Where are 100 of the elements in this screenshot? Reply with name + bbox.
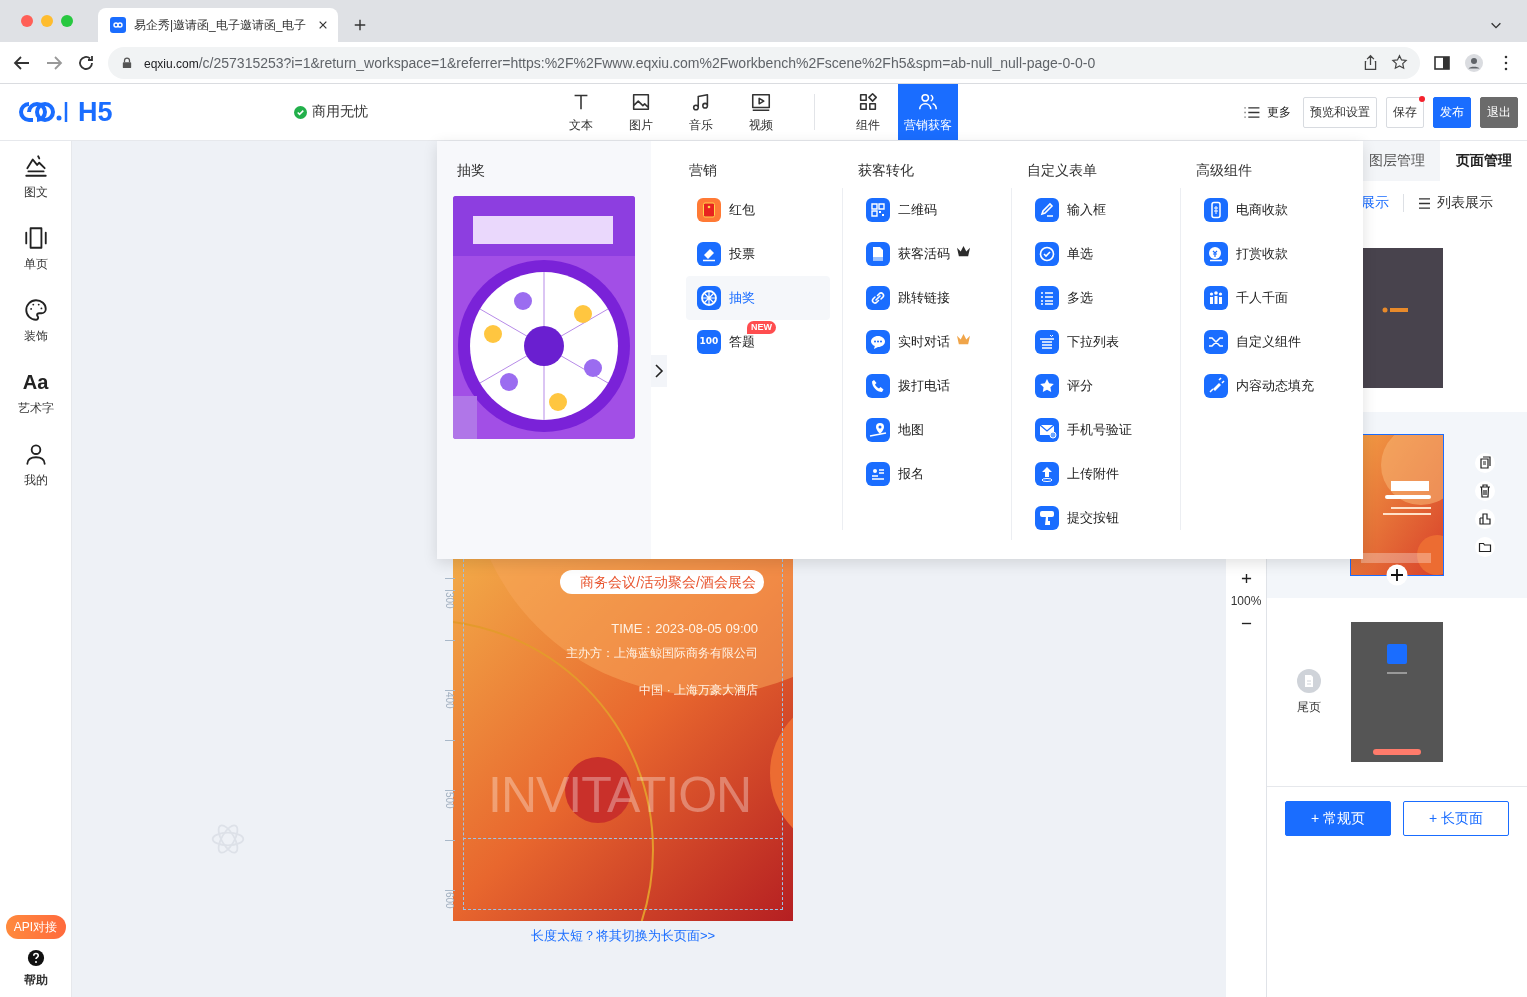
share-icon[interactable]: [1362, 54, 1379, 71]
tab-title: 易企秀|邀请函_电子邀请函_电子: [134, 16, 308, 34]
toolbar-button[interactable]: 图片: [611, 84, 671, 140]
component-item[interactable]: 红包: [686, 188, 830, 232]
coin-icon: [1204, 242, 1228, 266]
duplicate-icon[interactable]: [1475, 509, 1495, 529]
help-icon: [26, 949, 45, 967]
component-item[interactable]: 手机号验证: [1024, 408, 1168, 452]
close-tab-icon[interactable]: [318, 20, 328, 30]
url-field[interactable]: eqxiu.com/c/257315253?i=1&return_workspace=1&referrer=https:%2F%2Fwww.eqxiu.com%2Fworkbench%2Fscene%2Fh5&spm=ab-null_null-page-0-0-0: [108, 46, 1420, 79]
mountain-icon: [22, 153, 49, 179]
publish-button[interactable]: 发布: [1433, 96, 1471, 128]
event-venue: 中国 · 上海万豪大酒店: [639, 682, 758, 699]
component-item[interactable]: 投票: [686, 232, 830, 276]
component-item[interactable]: 提交按钮: [1024, 496, 1168, 540]
document-icon: [866, 242, 890, 266]
toolbar-button[interactable]: 组件: [838, 84, 898, 140]
toolbar-button[interactable]: 营销获客: [898, 84, 958, 140]
component-item[interactable]: 下拉列表: [1024, 320, 1168, 364]
license-label: 商用无忧: [312, 103, 368, 121]
id-card-icon: [866, 462, 890, 486]
phone-icon: [866, 374, 890, 398]
category-title: 自定义表单: [1026, 161, 1098, 180]
sidebar-item[interactable]: 单页: [22, 225, 49, 297]
delete-icon[interactable]: [1475, 481, 1495, 501]
component-item[interactable]: 输入框: [1024, 188, 1168, 232]
zoom-in-icon[interactable]: [1240, 573, 1252, 584]
view-toggle[interactable]: 展示: [1361, 194, 1389, 212]
component-item[interactable]: 多选: [1024, 276, 1168, 320]
component-item[interactable]: 电商收款: [1193, 188, 1337, 232]
letters-icon: Aa: [22, 369, 49, 395]
sidebar-item[interactable]: Aa 艺术字: [17, 369, 54, 441]
feature-title: 抽奖: [456, 161, 486, 180]
component-item[interactable]: 千人千面: [1193, 276, 1337, 320]
add-page-button[interactable]: + 常规页: [1285, 801, 1391, 836]
browser-tab[interactable]: 易企秀|邀请函_电子邀请函_电子: [98, 8, 338, 42]
new-badge: NEW: [747, 321, 776, 334]
component-item[interactable]: 跳转链接: [855, 276, 999, 320]
component-item[interactable]: 100 NEW 答题: [686, 320, 830, 364]
grid-icon: [857, 90, 879, 113]
page-label: 尾页: [1297, 698, 1321, 716]
component-item[interactable]: 打赏收款: [1193, 232, 1337, 276]
component-item[interactable]: 二维码: [855, 188, 999, 232]
category-title: 高级组件: [1195, 161, 1253, 180]
pencil-icon: [1035, 198, 1059, 222]
dropdown-list-icon: [1035, 330, 1059, 354]
event-host: 主办方：上海蓝鲸国际商务有限公司: [566, 645, 758, 662]
phone-frame-icon: [22, 225, 49, 251]
star-icon[interactable]: [1391, 54, 1408, 71]
pointer-icon: [1035, 506, 1059, 530]
component-item[interactable]: 上传附件: [1024, 452, 1168, 496]
wheel-icon: [697, 286, 721, 310]
save-button[interactable]: 保存: [1386, 96, 1424, 128]
panel-tab[interactable]: 页面管理: [1440, 141, 1527, 181]
switch-long-page-link[interactable]: 长度太短？将其切换为长页面>>: [453, 927, 793, 945]
page-icon: [1297, 668, 1321, 693]
score-icon: 100: [697, 330, 721, 354]
preview-settings-button[interactable]: 预览和设置: [1303, 96, 1377, 128]
event-time: TIME：2023-08-05 09:00: [611, 620, 758, 638]
exit-button[interactable]: 退出: [1480, 96, 1518, 128]
profile-icon[interactable]: [1464, 52, 1484, 73]
add-long-page-button[interactable]: + 长页面: [1403, 801, 1509, 836]
component-item[interactable]: 单选: [1024, 232, 1168, 276]
tagline: 商务会议/活动聚会/酒会展会: [560, 570, 764, 594]
check-circle-icon: [294, 105, 307, 119]
sidebar-item[interactable]: 装饰: [22, 297, 49, 369]
toolbar-button[interactable]: 文本: [551, 84, 611, 140]
toolbar-button[interactable]: 音乐: [671, 84, 731, 140]
palette-icon: [22, 297, 49, 323]
expand-icon[interactable]: [651, 355, 667, 387]
folder-icon[interactable]: [1475, 537, 1495, 557]
copy-icon[interactable]: [1475, 453, 1495, 473]
help-button[interactable]: 帮助: [23, 949, 48, 989]
sidebar-item[interactable]: 图文: [22, 153, 49, 225]
more-button[interactable]: 更多: [1243, 103, 1291, 121]
zoom-level: 100%: [1230, 594, 1262, 608]
view-toggle[interactable]: 列表展示: [1418, 194, 1493, 212]
ticket-icon: [697, 242, 721, 266]
component-item[interactable]: 获客活码: [855, 232, 999, 276]
favicon-icon: [110, 17, 126, 33]
list-icon: [1243, 105, 1261, 119]
add-page-icon[interactable]: [1386, 564, 1408, 586]
component-item[interactable]: 地图: [855, 408, 999, 452]
people-icon: [1204, 286, 1228, 310]
list-icon: [1418, 197, 1431, 209]
component-item[interactable]: 抽奖: [686, 276, 830, 320]
category-title: 营销: [688, 161, 718, 180]
component-item[interactable]: 实时对话: [855, 320, 999, 364]
component-item[interactable]: 内容动态填充: [1193, 364, 1337, 408]
component-item[interactable]: 自定义组件: [1193, 320, 1337, 364]
lock-icon: [122, 56, 132, 69]
toolbar-button[interactable]: 视频: [731, 84, 791, 140]
sidebar-item[interactable]: 我的: [22, 441, 49, 513]
component-item[interactable]: 拨打电话: [855, 364, 999, 408]
component-item[interactable]: 评分: [1024, 364, 1168, 408]
link-icon: [866, 286, 890, 310]
component-item[interactable]: 报名: [855, 452, 999, 496]
upload-icon: [1035, 462, 1059, 486]
page-thumbnail[interactable]: [1351, 622, 1443, 762]
new-tab-icon[interactable]: [353, 18, 367, 32]
